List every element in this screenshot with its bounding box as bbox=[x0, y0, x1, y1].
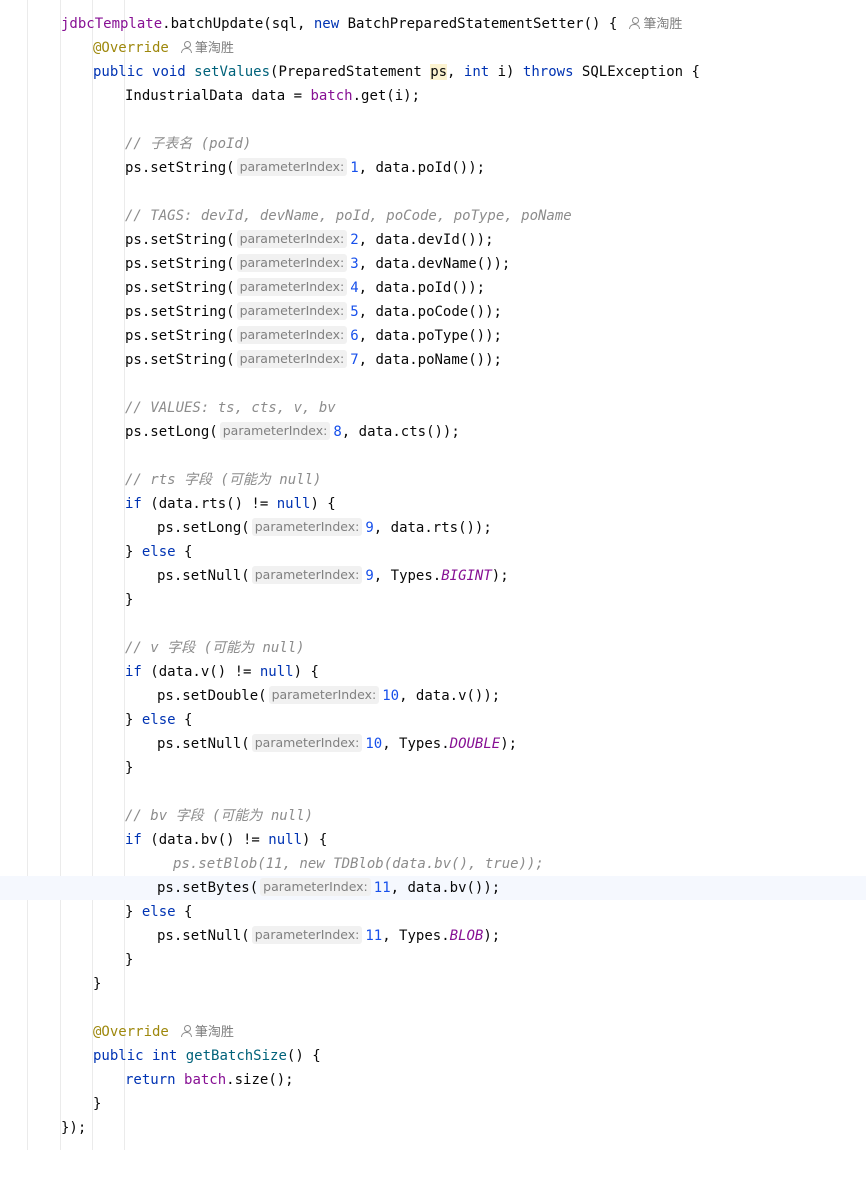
code-line[interactable]: ps.setLong(parameterIndex: 8, data.cts())… bbox=[0, 420, 866, 444]
code-line[interactable]: } bbox=[0, 948, 866, 972]
code-line[interactable]: jdbcTemplate.batchUpdate(sql, new BatchP… bbox=[0, 12, 866, 36]
code-line[interactable]: ps.setLong(parameterIndex: 9, data.rts())… bbox=[0, 516, 866, 540]
code-line[interactable]: ps.setString(parameterIndex: 5, data.poCo… bbox=[0, 300, 866, 324]
code-line[interactable]: // TAGS: devId, devName, poId, poCode, p… bbox=[0, 204, 866, 228]
code-line[interactable]: } else { bbox=[0, 540, 866, 564]
code-line[interactable]: public int getBatchSize() { bbox=[0, 1044, 866, 1068]
code-editor[interactable]: jdbcTemplate.batchUpdate(sql, new BatchP… bbox=[0, 0, 866, 1150]
code-line[interactable]: } else { bbox=[0, 900, 866, 924]
code-line[interactable]: } bbox=[0, 588, 866, 612]
code-line[interactable]: // 子表名 (poId) bbox=[0, 132, 866, 156]
code-line[interactable]: return batch.size(); bbox=[0, 1068, 866, 1092]
code-line[interactable]: ps.setBlob(11, new TDBlob(data.bv(), tru… bbox=[0, 852, 866, 876]
parameter-hint: parameterIndex: bbox=[251, 518, 363, 536]
parameter-hint: parameterIndex: bbox=[236, 278, 348, 296]
current-code-line[interactable]: ps.setBytes(parameterIndex: 11, data.bv()… bbox=[0, 876, 866, 900]
code-line[interactable]: // v 字段 (可能为 null) bbox=[0, 636, 866, 660]
code-line[interactable]: ps.setNull(parameterIndex: 9, Types.BIGIN… bbox=[0, 564, 866, 588]
parameter-hint: parameterIndex: bbox=[260, 878, 371, 896]
person-icon bbox=[180, 41, 192, 53]
code-line[interactable]: if (data.rts() != null) { bbox=[0, 492, 866, 516]
code-line[interactable]: @Override 筆淘胜 bbox=[0, 36, 866, 60]
code-line[interactable]: ps.setString(parameterIndex: 4, data.poId… bbox=[0, 276, 866, 300]
code-line[interactable]: ps.setString(parameterIndex: 7, data.poNa… bbox=[0, 348, 866, 372]
code-line[interactable]: } bbox=[0, 972, 866, 996]
code-line[interactable]: IndustrialData data = batch.get(i); bbox=[0, 84, 866, 108]
parameter-hint: parameterIndex: bbox=[251, 566, 363, 584]
code-line[interactable]: // VALUES: ts, cts, v, bv bbox=[0, 396, 866, 420]
code-line[interactable]: } else { bbox=[0, 708, 866, 732]
code-line[interactable]: ps.setString(parameterIndex: 2, data.devI… bbox=[0, 228, 866, 252]
parameter-hint: parameterIndex: bbox=[236, 350, 348, 368]
code-line[interactable]: ps.setString(parameterIndex: 6, data.poTy… bbox=[0, 324, 866, 348]
parameter-hint: parameterIndex: bbox=[236, 254, 348, 272]
person-icon bbox=[629, 17, 641, 29]
code-line[interactable]: }); bbox=[0, 1116, 866, 1140]
parameter-hint: parameterIndex: bbox=[236, 230, 348, 248]
parameter-hint: parameterIndex: bbox=[236, 326, 348, 344]
author-hint[interactable]: 筆淘胜 bbox=[180, 41, 234, 56]
parameter-hint: parameterIndex: bbox=[251, 734, 363, 752]
parameter-hint: parameterIndex: bbox=[268, 686, 380, 704]
code-line[interactable]: } bbox=[0, 1092, 866, 1116]
code-line[interactable]: ps.setNull(parameterIndex: 11, Types.BLOB… bbox=[0, 924, 866, 948]
author-hint[interactable]: 筆淘胜 bbox=[180, 1025, 234, 1040]
code-line[interactable]: if (data.bv() != null) { bbox=[0, 828, 866, 852]
parameter-hint: parameterIndex: bbox=[236, 158, 348, 176]
parameter-hint: parameterIndex: bbox=[219, 422, 331, 440]
code-line[interactable]: ps.setNull(parameterIndex: 10, Types.DOUB… bbox=[0, 732, 866, 756]
code-line[interactable]: public void setValues(PreparedStatement … bbox=[0, 60, 866, 84]
code-line[interactable]: // rts 字段 (可能为 null) bbox=[0, 468, 866, 492]
code-line[interactable]: @Override 筆淘胜 bbox=[0, 1020, 866, 1044]
code-line[interactable]: ps.setDouble(parameterIndex: 10, data.v()… bbox=[0, 684, 866, 708]
code-line[interactable]: } bbox=[0, 756, 866, 780]
code-line[interactable]: // bv 字段 (可能为 null) bbox=[0, 804, 866, 828]
parameter-hint: parameterIndex: bbox=[251, 926, 363, 944]
author-hint[interactable]: 筆淘胜 bbox=[629, 17, 682, 32]
code-line[interactable]: ps.setString(parameterIndex: 1, data.poId… bbox=[0, 156, 866, 180]
person-icon bbox=[180, 1025, 192, 1037]
parameter-hint: parameterIndex: bbox=[236, 302, 348, 320]
code-line[interactable]: ps.setString(parameterIndex: 3, data.devN… bbox=[0, 252, 866, 276]
code-line[interactable]: if (data.v() != null) { bbox=[0, 660, 866, 684]
